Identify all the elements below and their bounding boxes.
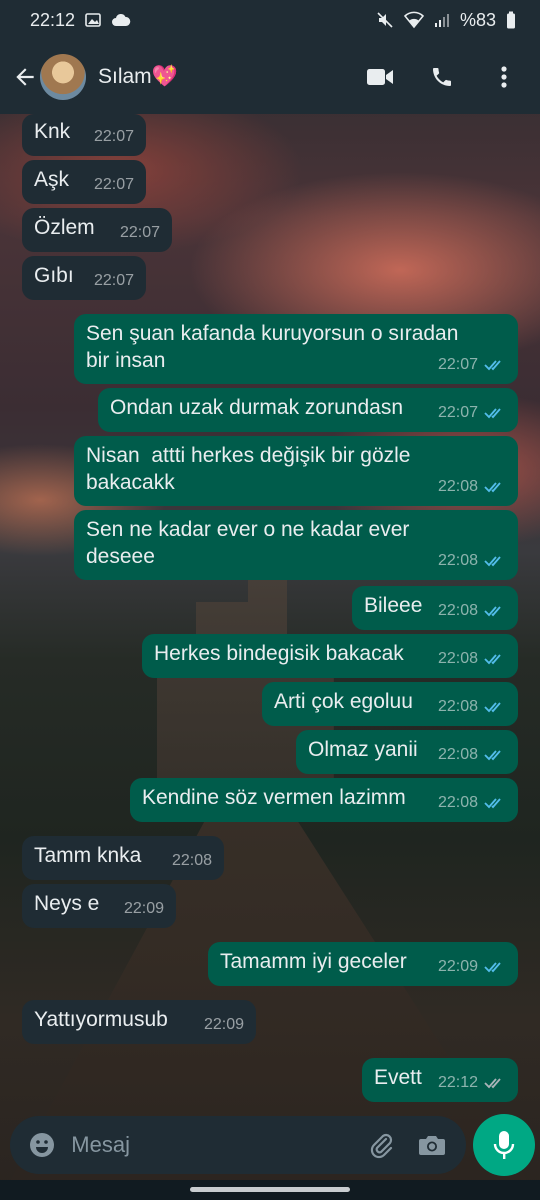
battery-percent: %83 bbox=[459, 9, 496, 30]
wifi-icon bbox=[403, 11, 424, 29]
message-bubble-incoming[interactable]: Özlem 22:07 bbox=[22, 208, 172, 252]
message-bubble-outgoing[interactable]: Sen ne kadar ever o ne kadar ever deseee… bbox=[74, 510, 518, 580]
message-bubble-incoming[interactable]: Tamm knka 22:08 bbox=[22, 836, 224, 880]
camera-button[interactable] bbox=[411, 1121, 454, 1169]
message-time: 22:08 bbox=[437, 698, 478, 715]
message-bubble-incoming[interactable]: Neys e 22:09 bbox=[22, 884, 176, 928]
camera-icon bbox=[419, 1136, 446, 1155]
read-ticks-icon bbox=[484, 481, 501, 492]
video-call-button[interactable] bbox=[362, 57, 398, 97]
signal-icon bbox=[434, 14, 449, 27]
message-time: 22:08 bbox=[437, 478, 478, 495]
message-time: 22:08 bbox=[171, 852, 212, 869]
system-nav-bar bbox=[0, 1180, 540, 1200]
message-time: 22:08 bbox=[437, 650, 478, 667]
message-bubble-incoming[interactable]: Knk 22:07 bbox=[22, 114, 146, 156]
contact-avatar[interactable] bbox=[40, 54, 86, 100]
message-time: 22:07 bbox=[93, 128, 134, 145]
message-bubble-incoming[interactable]: Gıbı 22:07 bbox=[22, 256, 146, 300]
message-time: 22:07 bbox=[119, 224, 160, 241]
read-ticks-icon bbox=[484, 961, 501, 972]
message-bubble-outgoing[interactable]: Sen şuan kafanda kuruyorsun o sıradan bi… bbox=[74, 314, 518, 384]
status-time: 22:12 bbox=[30, 9, 76, 30]
message-bubble-incoming[interactable]: Aşk 22:07 bbox=[22, 160, 146, 204]
phone-icon bbox=[433, 68, 451, 86]
delivered-ticks-icon bbox=[484, 1077, 501, 1088]
emoji-icon bbox=[29, 1133, 54, 1157]
emoji-button[interactable] bbox=[18, 1121, 65, 1169]
status-bar: 22:12 %83 bbox=[0, 0, 540, 40]
back-button[interactable] bbox=[6, 53, 44, 101]
message-time: 22:08 bbox=[437, 746, 478, 763]
message-time: 22:07 bbox=[437, 356, 478, 373]
message-bubble-outgoing[interactable]: Nisan attti herkes değişik bir gözle bak… bbox=[74, 436, 518, 506]
mute-icon bbox=[377, 12, 393, 28]
read-ticks-icon bbox=[484, 359, 501, 370]
message-time: 22:08 bbox=[437, 602, 478, 619]
contact-name[interactable]: Sılam💖 bbox=[98, 65, 362, 89]
message-time: 22:07 bbox=[93, 272, 134, 289]
message-bubble-outgoing[interactable]: Tamamm iyi geceler 22:09 bbox=[208, 942, 518, 986]
read-ticks-icon bbox=[484, 749, 501, 760]
video-call-icon bbox=[367, 69, 393, 85]
message-time: 22:09 bbox=[123, 900, 164, 917]
message-bubble-outgoing[interactable]: Evett 22:12 bbox=[362, 1058, 518, 1102]
message-composer bbox=[10, 1116, 466, 1174]
microphone-icon bbox=[493, 1131, 515, 1159]
attach-button[interactable] bbox=[359, 1121, 402, 1169]
more-vertical-icon bbox=[501, 66, 507, 88]
message-bubble-outgoing[interactable]: Olmaz yanii 22:08 bbox=[296, 730, 518, 774]
message-time: 22:08 bbox=[437, 794, 478, 811]
message-time: 22:07 bbox=[93, 176, 134, 193]
chat-header: Sılam💖 bbox=[0, 40, 540, 114]
paperclip-icon bbox=[370, 1133, 393, 1159]
read-ticks-icon bbox=[484, 797, 501, 808]
message-time: 22:09 bbox=[203, 1016, 244, 1033]
message-time: 22:12 bbox=[437, 1074, 478, 1091]
message-time: 22:08 bbox=[437, 552, 478, 569]
message-bubble-incoming[interactable]: Yattıyormusub 22:09 bbox=[22, 1000, 256, 1044]
read-ticks-icon bbox=[484, 605, 501, 616]
gallery-notification-icon bbox=[85, 13, 101, 27]
read-ticks-icon bbox=[484, 701, 501, 712]
message-time: 22:07 bbox=[437, 404, 478, 421]
voice-call-button[interactable] bbox=[424, 57, 460, 97]
cloud-sync-notification-icon bbox=[112, 13, 131, 26]
message-time: 22:09 bbox=[437, 958, 478, 975]
home-gesture-handle[interactable] bbox=[190, 1187, 350, 1192]
message-bubble-outgoing[interactable]: Ondan uzak durmak zorundasn 22:07 bbox=[98, 388, 518, 432]
read-ticks-icon bbox=[484, 407, 501, 418]
read-ticks-icon bbox=[484, 653, 501, 664]
message-bubble-outgoing[interactable]: Herkes bindegisik bakacak 22:08 bbox=[142, 634, 518, 678]
more-options-button[interactable] bbox=[486, 57, 522, 97]
message-bubble-outgoing[interactable]: Bileee 22:08 bbox=[352, 586, 518, 630]
arrow-left-icon bbox=[16, 68, 34, 86]
read-ticks-icon bbox=[484, 555, 501, 566]
message-input[interactable] bbox=[71, 1132, 360, 1158]
message-bubble-outgoing[interactable]: Arti çok egoluu 22:08 bbox=[262, 682, 518, 726]
message-list[interactable]: Knk 22:07 Aşk 22:07 Özlem 22:07 Gıbı 22:… bbox=[0, 114, 540, 1114]
voice-message-button[interactable] bbox=[473, 1114, 535, 1176]
message-bubble-outgoing[interactable]: Kendine söz vermen lazimm 22:08 bbox=[130, 778, 518, 822]
battery-icon bbox=[507, 11, 515, 29]
